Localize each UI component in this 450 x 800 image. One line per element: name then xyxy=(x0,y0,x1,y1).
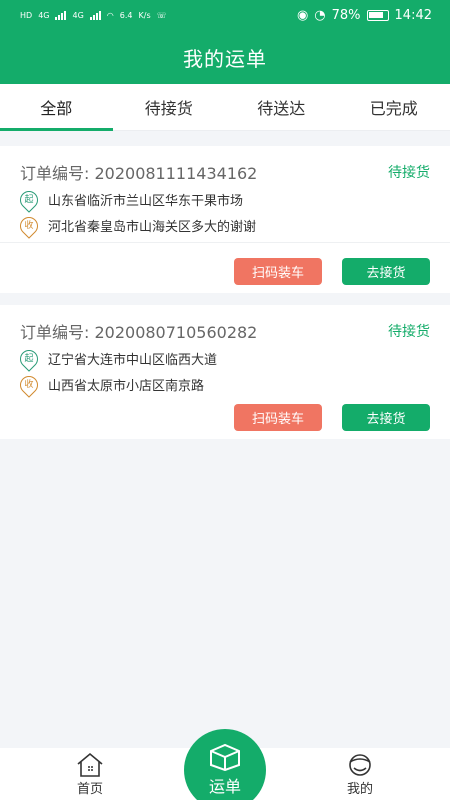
delivery-pin-icon: 收 xyxy=(16,212,42,239)
go-pickup-button[interactable]: 去接货 xyxy=(342,404,430,431)
wifi-icon: ◠ xyxy=(106,10,114,20)
signal-icon xyxy=(55,10,67,20)
hd-label: HD xyxy=(20,10,33,20)
pickup-address-row: 起 山东省临沂市兰山区华东干果市场 xyxy=(16,186,430,213)
network-label-2: 4G xyxy=(72,10,84,20)
order-card: 订单编号: 2020080710560282 待接货 起 辽宁省大连市中山区临西… xyxy=(0,305,450,439)
order-card: 订单编号: 2020081111434162 待接货 起 山东省临沂市兰山区华东… xyxy=(0,146,450,293)
page-title: 我的运单 xyxy=(183,46,267,71)
box-icon xyxy=(210,743,240,771)
eye-icon: ◉ xyxy=(296,7,309,23)
order-status: 待接货 xyxy=(388,165,430,181)
status-right: ◉ ◔ 78% 14:42 xyxy=(297,8,432,23)
user-icon xyxy=(349,754,371,776)
network-label-1: 4G xyxy=(38,10,50,20)
scan-load-button[interactable]: 扫码装车 xyxy=(234,404,322,431)
speed-value: 6.4 xyxy=(119,10,133,20)
delivery-address: 山西省太原市小店区南京路 xyxy=(48,379,205,394)
nav-waybill-button[interactable]: 运单 xyxy=(184,729,266,800)
pickup-address: 山东省临沂市兰山区华东干果市场 xyxy=(48,194,244,209)
scan-load-button[interactable]: 扫码装车 xyxy=(234,258,322,285)
alarm-icon: ◔ xyxy=(314,7,326,23)
pickup-pin-icon: 起 xyxy=(16,345,42,372)
nav-mine-label: 我的 xyxy=(346,782,373,797)
status-bar: HD 4G 4G ◠ 6.4 K/s ☏ ◉ ◔ 78% 14:42 xyxy=(0,0,450,30)
order-status: 待接货 xyxy=(388,324,430,340)
delivery-address: 河北省秦皇岛市山海关区多大的谢谢 xyxy=(48,220,257,235)
drop-address-row: 收 河北省秦皇岛市山海关区多大的谢谢 xyxy=(16,212,430,239)
pickup-address-row: 起 辽宁省大连市中山区临西大道 xyxy=(16,345,430,372)
order-number: 订单编号: 2020080710560282 xyxy=(20,323,258,342)
battery-percent: 78% xyxy=(331,7,361,23)
speed-unit: K/s xyxy=(138,10,151,20)
pickup-pin-icon: 起 xyxy=(16,186,42,213)
nav-mine[interactable]: 我的 xyxy=(330,752,390,797)
go-pickup-button[interactable]: 去接货 xyxy=(342,258,430,285)
drop-address-row: 收 山西省太原市小店区南京路 xyxy=(16,371,430,398)
tab-all[interactable]: 全部 xyxy=(0,84,113,131)
tab-bar: 全部 待接货 待送达 已完成 xyxy=(0,84,450,131)
app-header: HD 4G 4G ◠ 6.4 K/s ☏ ◉ ◔ 78% 14:42 我的运单 xyxy=(0,0,450,84)
home-icon xyxy=(77,752,103,777)
battery-icon xyxy=(366,9,389,21)
clock: 14:42 xyxy=(394,7,432,23)
tab-pending-pickup[interactable]: 待接货 xyxy=(113,84,226,130)
pickup-address: 辽宁省大连市中山区临西大道 xyxy=(48,353,218,368)
status-left: HD 4G 4G ◠ 6.4 K/s ☏ xyxy=(20,10,167,20)
order-number: 订单编号: 2020081111434162 xyxy=(20,164,258,183)
tab-completed[interactable]: 已完成 xyxy=(338,84,450,130)
card-divider xyxy=(0,242,450,243)
delivery-pin-icon: 收 xyxy=(16,371,42,398)
nav-home-label: 首页 xyxy=(76,782,103,797)
tab-pending-delivery[interactable]: 待送达 xyxy=(225,84,338,130)
signal-icon-2 xyxy=(89,10,101,20)
nav-home[interactable]: 首页 xyxy=(60,752,120,797)
missed-call-icon: ☏ xyxy=(156,10,167,20)
nav-waybill-label: 运单 xyxy=(208,777,241,796)
